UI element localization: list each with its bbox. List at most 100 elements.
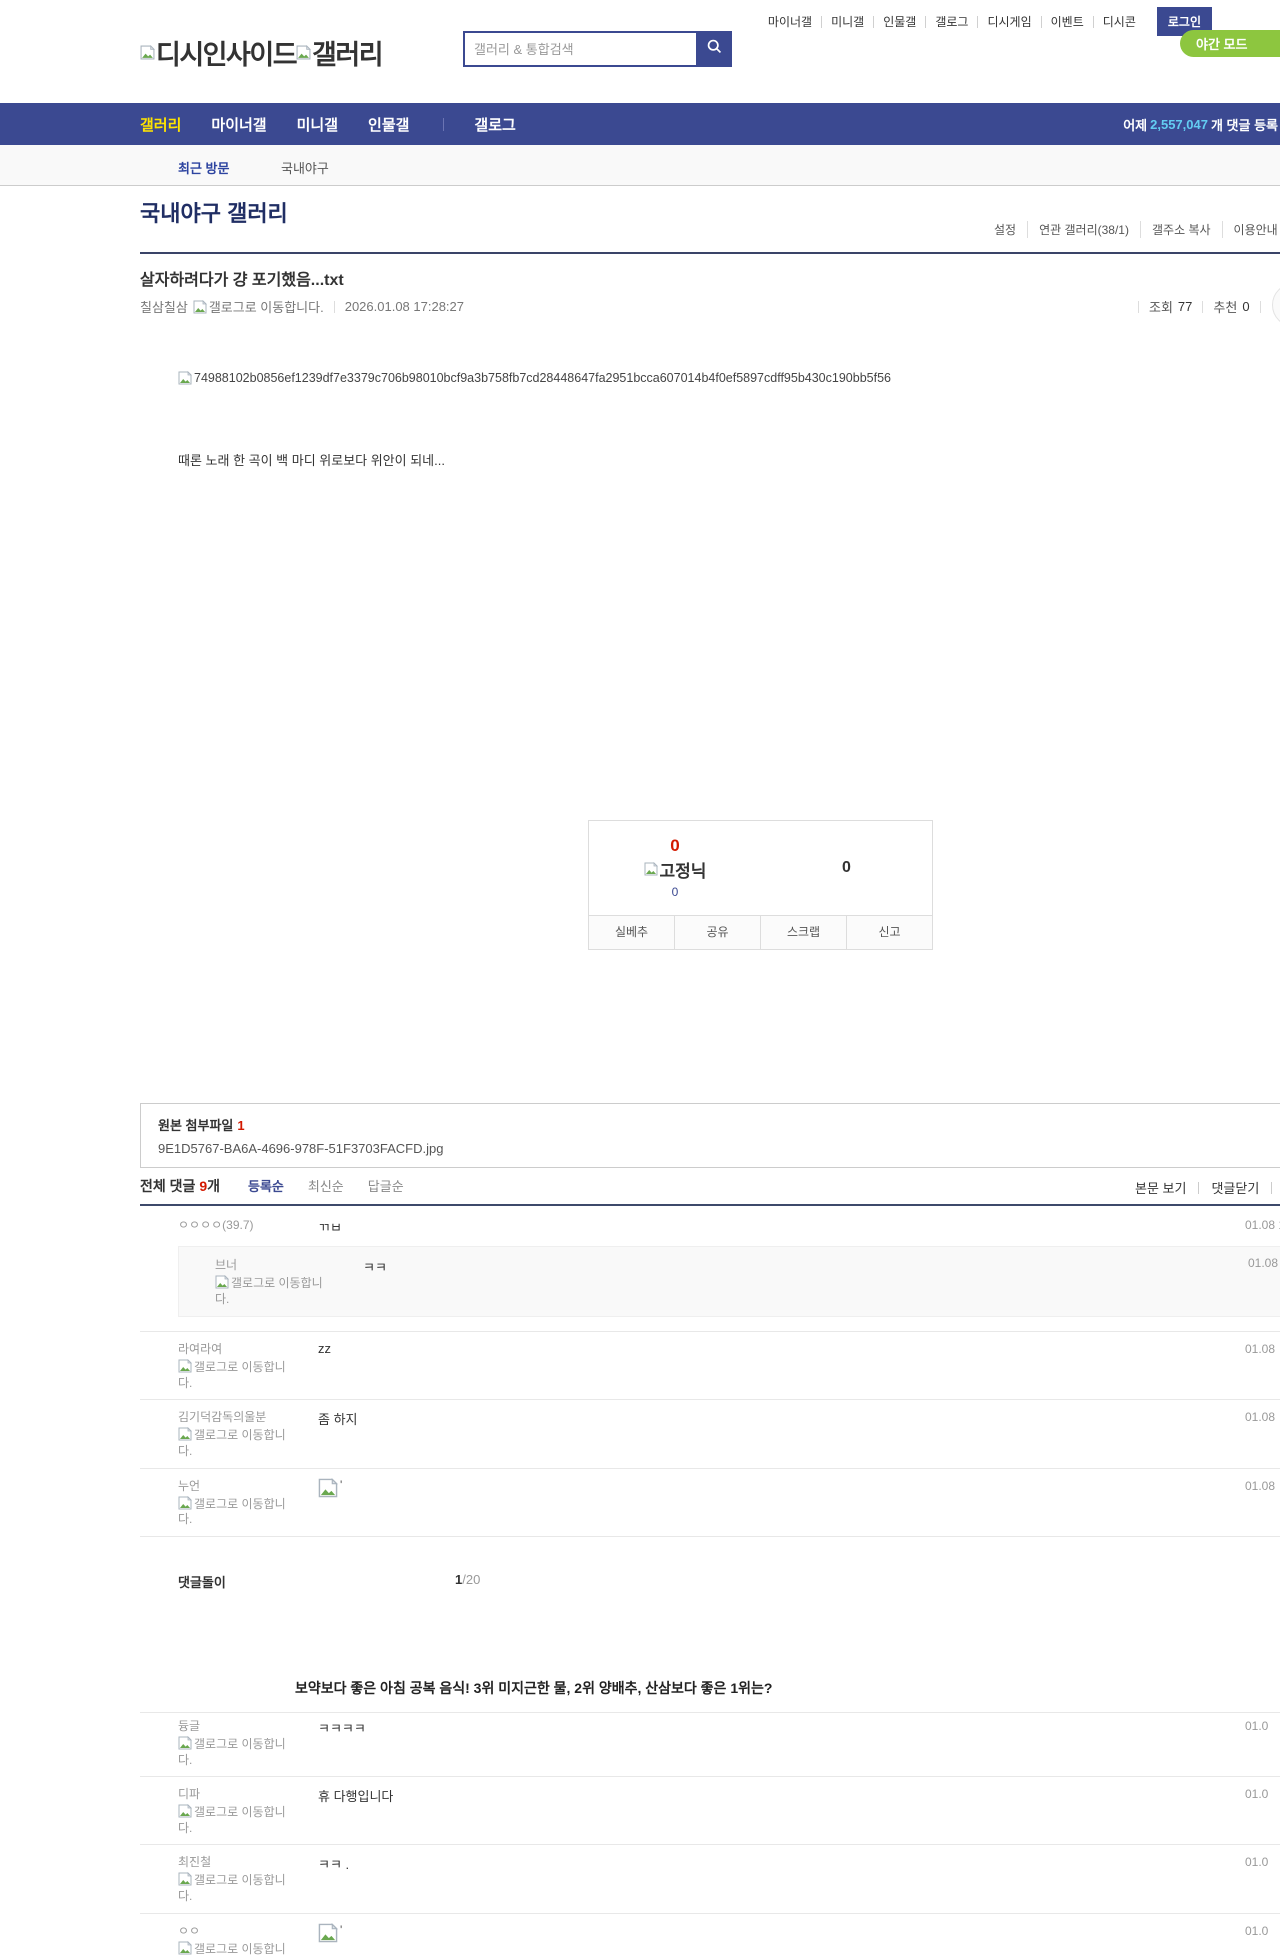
recent-visit-label[interactable]: 최근 방문 bbox=[178, 158, 229, 177]
comment-gallog-link[interactable]: 갤로그로 이동합니다. bbox=[178, 1427, 290, 1459]
sort-replies[interactable]: 답글순 bbox=[368, 1176, 404, 1195]
comment-time: 01.08 bbox=[1245, 1342, 1276, 1357]
comment-text: ㄲㅂ bbox=[318, 1220, 342, 1235]
comment-total: 전체 댓글 9개 bbox=[140, 1176, 220, 1196]
toplink-mini-gallery[interactable]: 미니갤 bbox=[821, 15, 873, 28]
meta-divider bbox=[1202, 300, 1204, 313]
silbechu-button[interactable]: 실베추 bbox=[589, 916, 675, 949]
comment-header-left: 전체 댓글 9개 등록순 최신순 답글순 bbox=[140, 1176, 1280, 1196]
comment-nickname[interactable]: 라여라여 bbox=[178, 1340, 318, 1357]
toplink-event[interactable]: 이벤트 bbox=[1040, 15, 1093, 28]
post-author[interactable]: 칠삼칠삼 bbox=[140, 297, 188, 316]
comment-row: 디파 갤로그로 이동합니다. 휴 다행입니다 01.0 bbox=[140, 1777, 1280, 1846]
browser-viewport: 마이너갤 미니갤 인물갤 갤로그 디시게임 이벤트 디시콘 로그인 야간 모드 … bbox=[0, 0, 1280, 1956]
comment-gallog-link[interactable]: 갤로그로 이동합니다. bbox=[178, 1359, 290, 1391]
nav-item-gallog[interactable]: 갤로그 bbox=[474, 114, 515, 135]
comment-text: ' bbox=[340, 1922, 343, 1937]
close-comments-link[interactable]: 댓글닫기 bbox=[1199, 1178, 1271, 1197]
comment-nickname[interactable]: 디파 bbox=[178, 1785, 318, 1802]
dcinside-page: 마이너갤 미니갤 인물갤 갤로그 디시게임 이벤트 디시콘 로그인 야간 모드 … bbox=[0, 0, 1280, 1956]
recent-gallery-tab[interactable]: 국내야구 bbox=[281, 158, 329, 177]
comment-pager: 댓글돌이 1/20 bbox=[140, 1563, 1280, 1601]
view-post-link[interactable]: 본문 보기 bbox=[1123, 1178, 1198, 1197]
downvote-button[interactable]: 0 bbox=[761, 821, 932, 915]
report-button[interactable]: 신고 bbox=[847, 916, 932, 949]
gallery-title[interactable]: 국내야구 갤러리 bbox=[140, 196, 288, 228]
comment-gallog-link[interactable]: 갤로그로 이동합니다. bbox=[178, 1804, 290, 1836]
nav-item-minor-gallery[interactable]: 마이너갤 bbox=[211, 114, 266, 135]
post-image-alt-text: 74988102b0856ef1239df7e3379c706b98010bcf… bbox=[194, 371, 891, 385]
comment-time: 01.0 bbox=[1245, 1923, 1269, 1938]
sponsored-link[interactable]: 보약보다 좋은 아침 공복 음식! 3위 미지근한 물, 2위 양배추, 산삼보… bbox=[140, 1660, 1280, 1713]
comment-row: 김기덕감독의울분 갤로그로 이동합니다. 좀 하지 01.08 bbox=[140, 1400, 1280, 1469]
post-author-gallog-link[interactable]: 갤로그로 이동합니다. bbox=[209, 297, 324, 316]
top-utility-bar: 마이너갤 미니갤 인물갤 갤로그 디시게임 이벤트 디시콘 로그인 bbox=[690, 7, 1212, 36]
stat-prefix: 어제 bbox=[1123, 117, 1148, 133]
related-galleries-link[interactable]: 연관 갤러리(38/1) bbox=[1028, 221, 1141, 238]
vote-top: 0 고정닉 0 0 bbox=[589, 821, 932, 915]
comment-gallog-link[interactable]: 갤로그로 이동합니다. bbox=[178, 1940, 290, 1956]
copy-gallery-url-link[interactable]: 갤주소 복사 bbox=[1141, 221, 1223, 238]
comment-time: 01.08 bbox=[1245, 1410, 1276, 1425]
toplink-dcgame[interactable]: 디시게임 bbox=[977, 15, 1040, 28]
sort-registered[interactable]: 등록순 bbox=[248, 1176, 284, 1195]
comment-author: 디파 갤로그로 이동합니다. bbox=[178, 1785, 318, 1836]
attachment-title: 원본 첨부파일 1 bbox=[158, 1115, 1280, 1134]
comment-gallog-link[interactable]: 갤로그로 이동합니다. bbox=[178, 1872, 290, 1904]
gallog-text: 갤로그로 이동합니다. bbox=[215, 1276, 323, 1306]
scrap-button[interactable]: 스크랩 bbox=[761, 916, 847, 949]
comment-gallog-link[interactable]: 갤로그로 이동합니다. bbox=[215, 1275, 327, 1307]
sort-newest[interactable]: 최신순 bbox=[308, 1176, 344, 1195]
gallery-header-links: 설정 연관 갤러리(38/1) 갤주소 복사 이용안내 bbox=[983, 221, 1280, 238]
recommend-count: 0 bbox=[1242, 299, 1250, 314]
comment-nickname[interactable]: 누언 bbox=[178, 1477, 318, 1494]
meta-divider bbox=[1259, 300, 1261, 313]
comment-gallog-link[interactable]: 갤로그로 이동합니다. bbox=[178, 1495, 290, 1528]
meta-divider bbox=[1138, 300, 1139, 313]
toplink-dccon[interactable]: 디시콘 bbox=[1092, 15, 1145, 28]
broken-image-icon bbox=[178, 1495, 192, 1510]
comment-nickname[interactable]: ㅇㅇ bbox=[178, 1922, 318, 1939]
comment-header-right: 본문 보기 댓글닫기 bbox=[1123, 1178, 1273, 1197]
share-button[interactable]: 공유 bbox=[675, 916, 761, 949]
logo-text-dcinside: 디시인사이드 bbox=[156, 40, 298, 70]
search-icon bbox=[706, 38, 723, 60]
sponsored-link-text: 보약보다 좋은 아침 공복 음식! 3위 미지근한 물, 2위 양배추, 산삼보… bbox=[295, 1680, 773, 1696]
nav-item-mini-gallery[interactable]: 미니갤 bbox=[297, 114, 338, 135]
search-bar bbox=[463, 31, 732, 67]
comment-nickname[interactable]: 최진철 bbox=[178, 1853, 318, 1870]
usage-guide-link[interactable]: 이용안내 bbox=[1223, 221, 1280, 238]
broken-image-icon bbox=[178, 1872, 192, 1886]
comment-nickname[interactable]: 듕글 bbox=[178, 1717, 318, 1734]
views-label: 조회 bbox=[1149, 300, 1173, 315]
toplink-minor-gallery[interactable]: 마이너갤 bbox=[759, 16, 821, 28]
upvote-button[interactable]: 0 고정닉 0 bbox=[589, 821, 761, 915]
upvote-sub-count: 0 bbox=[671, 884, 679, 899]
night-mode-button[interactable]: 야간 모드 bbox=[1180, 30, 1280, 57]
nav-divider bbox=[443, 117, 445, 131]
search-input[interactable] bbox=[463, 31, 696, 67]
nav-item-gallery[interactable]: 갤러리 bbox=[140, 114, 181, 135]
gallery-settings-link[interactable]: 설정 bbox=[983, 221, 1029, 238]
post-meta: 칠삼칠삼 갤로그로 이동합니다. 2026.01.08 17:28:27 bbox=[140, 297, 464, 316]
comment-gallog-link[interactable]: 갤로그로 이동합니다. bbox=[178, 1736, 290, 1768]
pager-numbers[interactable]: 1/20 bbox=[455, 1572, 480, 1587]
comment-nickname[interactable]: 김기덕감독의울분 bbox=[178, 1408, 318, 1425]
meta-divider bbox=[333, 300, 335, 313]
comment-text: ' bbox=[340, 1477, 343, 1492]
attachment-filename[interactable]: 9E1D5767-BA6A-4696-978F-51F3703FACFD.jpg bbox=[158, 1141, 1280, 1156]
nav-item-person-gallery[interactable]: 인물갤 bbox=[368, 114, 409, 135]
toplink-person-gallery[interactable]: 인물갤 bbox=[873, 15, 925, 28]
comment-nickname[interactable]: 브너 bbox=[215, 1256, 363, 1273]
comment-main: 김기덕감독의울분 갤로그로 이동합니다. 좀 하지 01.08 bbox=[178, 1408, 1280, 1459]
comment-text: 좀 하지 bbox=[318, 1412, 358, 1428]
broken-image-icon bbox=[178, 1736, 192, 1750]
gallog-text: 갤로그로 이동합니다. bbox=[178, 1428, 286, 1458]
site-logo[interactable]: 디시인사이드 갤러리 bbox=[140, 33, 384, 72]
comment-nickname[interactable]: ㅇㅇㅇㅇ(39.7) bbox=[178, 1216, 318, 1233]
comment-row: ㅇㅇ 갤로그로 이동합니다. ' 01.0 bbox=[140, 1914, 1280, 1956]
broken-image-icon bbox=[140, 45, 155, 60]
fixed-nick-badge: 고정닉 bbox=[644, 857, 706, 882]
search-button[interactable] bbox=[696, 31, 732, 67]
toplink-gallog[interactable]: 갤로그 bbox=[925, 15, 977, 28]
